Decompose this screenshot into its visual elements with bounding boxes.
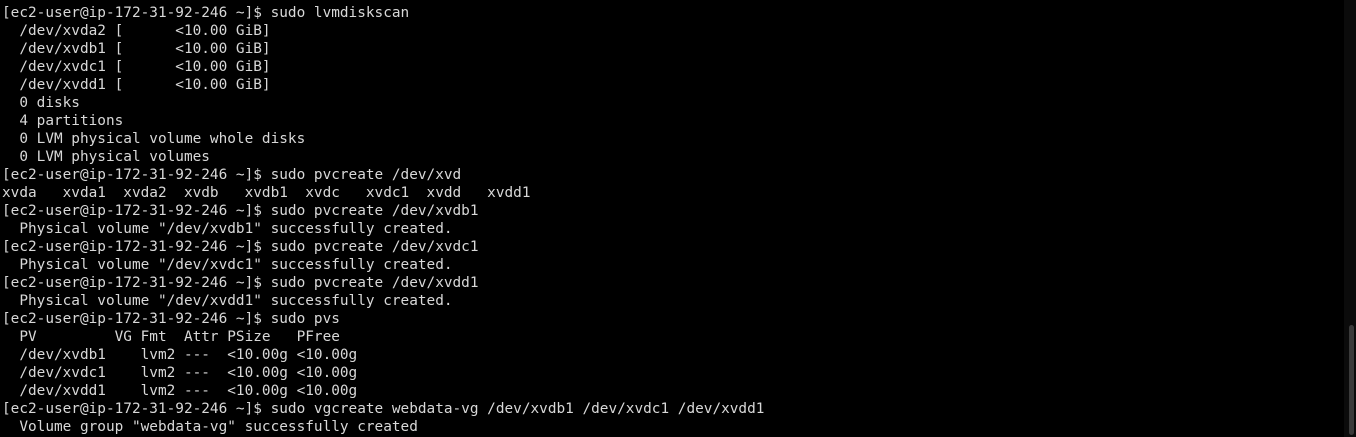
terminal-line: PV VG Fmt Attr PSize PFree [2, 329, 340, 345]
terminal-line: /dev/xvdb1 lvm2 --- <10.00g <10.00g [2, 347, 358, 363]
scrollbar-thumb[interactable] [1349, 325, 1354, 435]
terminal-line: /dev/xvdc1 [ <10.00 GiB] [2, 59, 271, 75]
terminal-line: 0 disks [2, 95, 80, 111]
terminal-output[interactable]: [ec2-user@ip-172-31-92-246 ~]$ sudo lvmd… [2, 4, 1342, 437]
terminal-line: /dev/xvdd1 [ <10.00 GiB] [2, 77, 271, 93]
terminal-line: xvda xvda1 xvda2 xvdb xvdb1 xvdc xvdc1 x… [2, 185, 531, 201]
terminal-scrollbar[interactable] [1344, 0, 1356, 437]
terminal-line: /dev/xvdc1 lvm2 --- <10.00g <10.00g [2, 365, 358, 381]
terminal-line: 0 LVM physical volume whole disks [2, 131, 306, 147]
terminal-line: [ec2-user@ip-172-31-92-246 ~]$ sudo pvcr… [2, 275, 479, 291]
terminal-line: [ec2-user@ip-172-31-92-246 ~]$ sudo pvcr… [2, 239, 479, 255]
terminal-line: [ec2-user@ip-172-31-92-246 ~]$ sudo pvs [2, 311, 340, 327]
terminal-line: [ec2-user@ip-172-31-92-246 ~]$ sudo lvmd… [2, 5, 410, 21]
terminal-line: Physical volume "/dev/xvdb1" successfull… [2, 221, 453, 237]
terminal-line: 0 LVM physical volumes [2, 149, 210, 165]
terminal-line: Physical volume "/dev/xvdc1" successfull… [2, 257, 453, 273]
terminal-line: [ec2-user@ip-172-31-92-246 ~]$ sudo pvcr… [2, 203, 479, 219]
terminal-line: 4 partitions [2, 113, 124, 129]
terminal-line: [ec2-user@ip-172-31-92-246 ~]$ sudo pvcr… [2, 167, 462, 183]
terminal-line: /dev/xvdd1 lvm2 --- <10.00g <10.00g [2, 383, 358, 399]
terminal-line: Volume group "webdata-vg" successfully c… [2, 419, 418, 435]
terminal-line: [ec2-user@ip-172-31-92-246 ~]$ sudo vgcr… [2, 401, 765, 417]
terminal-line: /dev/xvda2 [ <10.00 GiB] [2, 23, 271, 39]
terminal-line: /dev/xvdb1 [ <10.00 GiB] [2, 41, 271, 57]
terminal-line: Physical volume "/dev/xvdd1" successfull… [2, 293, 453, 309]
